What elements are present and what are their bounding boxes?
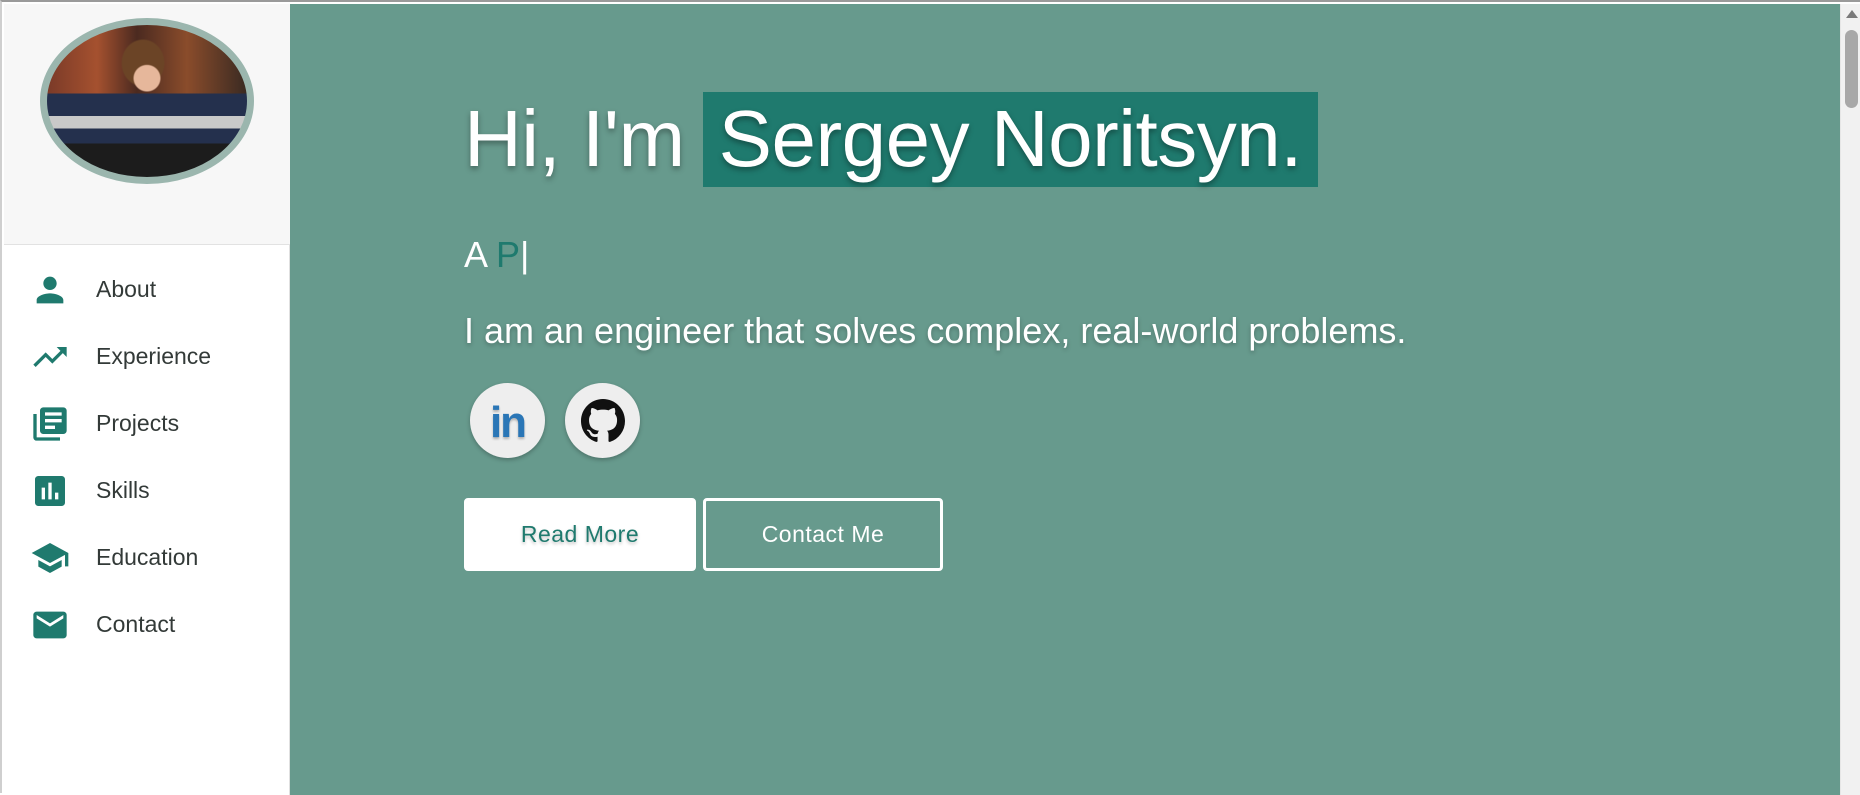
mail-icon bbox=[30, 605, 70, 645]
github-icon bbox=[580, 398, 625, 443]
linkedin-icon: in bbox=[489, 397, 527, 447]
browser-viewport: About Experience Projects Skills Educati… bbox=[0, 0, 1860, 795]
sidebar-item-label: Contact bbox=[96, 611, 176, 637]
github-button[interactable] bbox=[565, 383, 640, 458]
sidebar-item-skills[interactable]: Skills bbox=[4, 457, 290, 524]
sidebar-header bbox=[4, 4, 290, 245]
sidebar-item-education[interactable]: Education bbox=[4, 524, 290, 591]
social-links: in bbox=[470, 383, 640, 458]
greeting-text: Hi, I'm bbox=[464, 94, 685, 183]
vertical-scrollbar[interactable] bbox=[1840, 4, 1860, 795]
sidebar-item-label: Projects bbox=[96, 410, 180, 436]
bar-chart-icon bbox=[30, 471, 70, 511]
typed-subtitle: A P| bbox=[464, 234, 529, 276]
sidebar-item-about[interactable]: About bbox=[4, 256, 290, 323]
linkedin-button[interactable]: in bbox=[470, 383, 545, 458]
sidebar-item-label: Skills bbox=[96, 477, 150, 503]
sidebar-item-experience[interactable]: Experience bbox=[4, 323, 290, 390]
scrollbar-thumb[interactable] bbox=[1845, 30, 1858, 108]
read-more-button[interactable]: Read More bbox=[464, 498, 696, 571]
contact-me-button[interactable]: Contact Me bbox=[703, 498, 943, 571]
scroll-up-arrow-icon[interactable] bbox=[1846, 10, 1858, 18]
hero-section: Hi, I'm Sergey Noritsyn. A P| I am an en… bbox=[290, 4, 1840, 795]
sidebar-item-label: About bbox=[96, 276, 157, 302]
library-books-icon bbox=[30, 404, 70, 444]
trending-up-icon bbox=[30, 337, 70, 377]
person-icon bbox=[30, 270, 70, 310]
avatar bbox=[40, 18, 254, 184]
sidebar-item-projects[interactable]: Projects bbox=[4, 390, 290, 457]
sidebar: About Experience Projects Skills Educati… bbox=[4, 4, 290, 795]
graduation-cap-icon bbox=[30, 538, 70, 578]
hero-tagline: I am an engineer that solves complex, re… bbox=[464, 310, 1407, 351]
sidebar-item-label: Experience bbox=[96, 343, 212, 369]
sidebar-item-label: Education bbox=[96, 544, 199, 570]
name-highlight: Sergey Noritsyn. bbox=[702, 91, 1318, 187]
hero-headline: Hi, I'm Sergey Noritsyn. bbox=[464, 90, 1318, 188]
typing-cursor: | bbox=[520, 234, 530, 275]
typed-prefix: A bbox=[464, 234, 497, 275]
sidebar-item-contact[interactable]: Contact bbox=[4, 591, 290, 658]
sidebar-nav: About Experience Projects Skills Educati… bbox=[4, 256, 290, 658]
typed-text: P bbox=[496, 234, 521, 275]
hero-actions: Read More Contact Me bbox=[464, 498, 943, 571]
